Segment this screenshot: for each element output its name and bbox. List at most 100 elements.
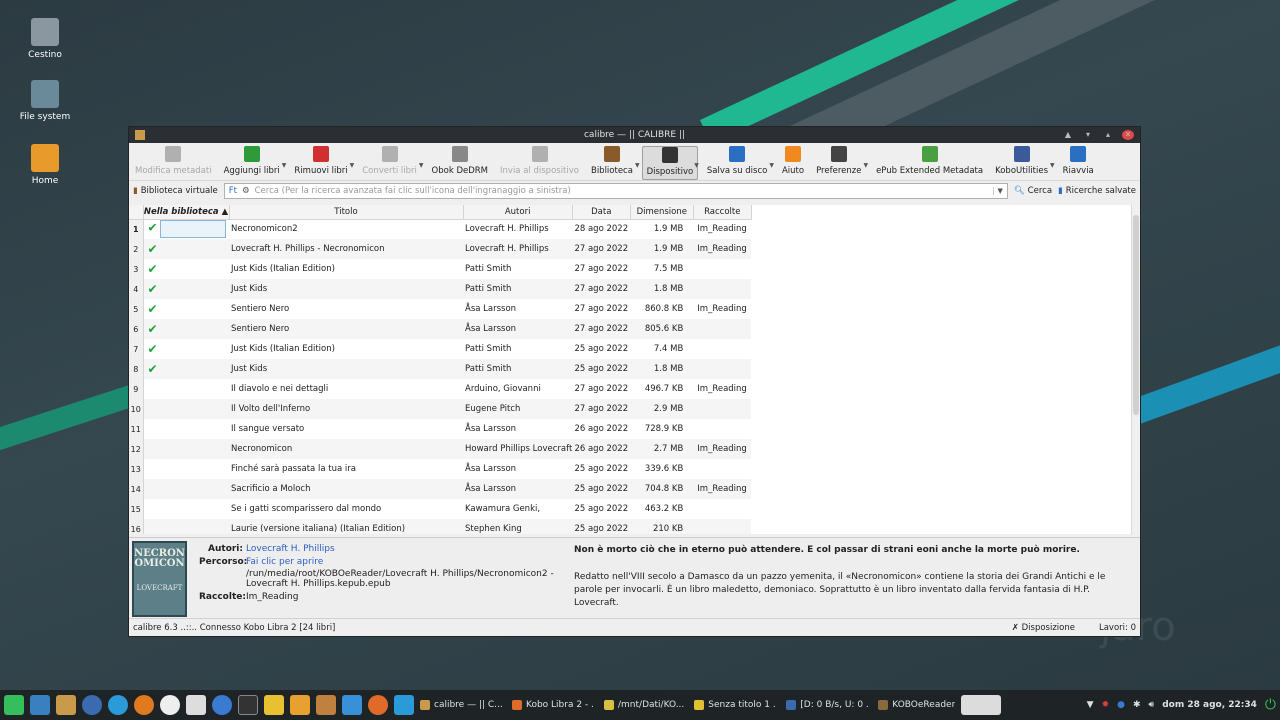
open-path-link[interactable]: Fai clic per aprire (246, 557, 323, 567)
telegram-icon[interactable] (108, 695, 128, 715)
taskbar-task[interactable]: Senza titolo 1 ... (694, 700, 776, 710)
table-row[interactable]: 12 Necronomicon Howard Phillips Lovecraft 2… (129, 439, 752, 459)
toolbar-button[interactable]: Aiuto (776, 146, 810, 176)
qbittorrent-icon[interactable] (212, 695, 232, 715)
firefox-icon[interactable] (368, 695, 388, 715)
table-row[interactable]: 13 Finché sarà passata la tua ira Åsa Lars… (129, 459, 751, 479)
toolbar-button[interactable]: KoboUtilities (989, 146, 1054, 176)
table-row[interactable]: 2 ✔ Lovecraft H. Phillips - Necronomicon Lo… (129, 239, 752, 259)
manjaro-menu-icon[interactable] (4, 695, 24, 715)
system-tray: ▼ ✹ ● ✱ 🔊︎ dom 28 ago, 22:34 ⏻ (1087, 697, 1276, 713)
jobs-indicator[interactable]: Lavori: 0 (1099, 623, 1136, 633)
column-header-collections[interactable]: Raccolte (693, 205, 752, 220)
gear-icon[interactable]: ⚙ (242, 186, 250, 196)
table-row[interactable]: 14 Sacrificio a Moloch Åsa Larsson 25 ago 2… (129, 479, 752, 499)
files-icon[interactable] (290, 695, 310, 715)
chevron-down-icon[interactable]: ▼ (1050, 162, 1055, 169)
table-row[interactable]: 11 Il sangue versato Åsa Larsson 26 ago 202… (129, 419, 751, 439)
table-row[interactable]: 9 Il diavolo e nei dettagli Arduino, Giova… (129, 379, 751, 399)
scrollbar-thumb[interactable] (1133, 215, 1139, 415)
chevron-down-icon[interactable]: ▼ (769, 162, 774, 169)
toolbar-button[interactable]: Converti libri (356, 146, 423, 176)
layout-button[interactable]: ✗ Disposizione (1012, 623, 1075, 633)
clock[interactable]: dom 28 ago, 22:34 (1162, 700, 1257, 710)
anydesk-icon[interactable] (160, 695, 180, 715)
toolbar-button[interactable]: ePub Extended Metadata (870, 146, 989, 176)
column-header-title[interactable]: Titolo (229, 205, 464, 220)
terminal-icon[interactable] (238, 695, 258, 715)
column-header-size[interactable]: Dimensione (630, 205, 694, 220)
saved-searches-button[interactable]: ▮ Ricerche salvate (1058, 186, 1136, 196)
table-row[interactable]: 1 ✔ Necronomicon2 Lovecraft H. Phillips 28 a… (129, 219, 751, 239)
table-row[interactable]: 15 Se i gatti scomparissero dal mondo Kawa… (129, 499, 751, 519)
selected-cell[interactable] (159, 220, 226, 239)
taskbar-task[interactable]: calibre — || C... (420, 700, 502, 710)
taskbar-task[interactable]: [D: 0 B/s, U: 0 ... (786, 700, 868, 710)
author-link[interactable]: Lovecraft H. Phillips (246, 544, 335, 554)
close-icon[interactable]: ✕ (1122, 130, 1134, 140)
chevron-down-icon[interactable]: ▼ (635, 162, 640, 169)
desktop-icon-trash[interactable]: Cestino (0, 18, 90, 60)
table-row[interactable]: 7 ✔ Just Kids (Italian Edition) Patti Smith… (129, 339, 751, 359)
keep-above-icon[interactable]: ▲ (1062, 127, 1074, 143)
table-row[interactable]: 16 Laurie (versione italiana) (Italian Ed… (129, 519, 752, 534)
search-button[interactable]: 🔍︎ Cerca (1014, 186, 1052, 196)
table-row[interactable]: 3 ✔ Just Kids (Italian Edition) Patti Smith… (129, 259, 751, 279)
table-row[interactable]: 6 ✔ Sentiero Nero Åsa Larsson 27 ago 2022 805… (129, 319, 752, 339)
toolbar-button[interactable]: Riavvia (1057, 146, 1100, 176)
books-table[interactable]: Nella biblioteca ▲ Titolo Autori Data Di… (129, 205, 1140, 534)
chevron-down-icon[interactable]: ▼ (993, 187, 1003, 195)
power-icon[interactable]: ⏻ (1265, 697, 1276, 713)
desktop-icon-home[interactable]: Home (0, 144, 90, 186)
books-launcher-icon[interactable] (186, 695, 206, 715)
desktop-icon[interactable] (30, 695, 50, 715)
chevron-down-icon[interactable]: ▼ (419, 162, 424, 169)
xmind-icon[interactable] (134, 695, 154, 715)
calibre-launcher-icon[interactable] (56, 695, 76, 715)
network-icon[interactable]: ▼ (1087, 700, 1094, 710)
taskbar-task[interactable]: /mnt/Dati/KO... (604, 700, 684, 710)
chevron-down-icon[interactable]: ▼ (863, 162, 868, 169)
screen-icon[interactable] (394, 695, 414, 715)
volume-icon[interactable]: 🔊︎ (1149, 700, 1155, 710)
window-preview-icon[interactable] (961, 695, 1002, 715)
search-mode-icon[interactable]: Ft (229, 186, 237, 196)
chevron-down-icon[interactable]: ▼ (282, 162, 287, 169)
in-library-cell: ✔ (143, 259, 229, 279)
column-header-date[interactable]: Data (572, 205, 631, 220)
column-header-authors[interactable]: Autori (463, 205, 573, 220)
toolbar-button[interactable]: Rimuovi libri (288, 146, 353, 176)
table-row[interactable]: 8 ✔ Just Kids Patti Smith 25 ago 2022 1.8 MB (129, 359, 752, 379)
toolbar-button[interactable]: Biblioteca (585, 146, 639, 176)
table-row[interactable]: 4 ✔ Just Kids Patti Smith 27 ago 2022 1.8 MB (129, 279, 752, 299)
column-header-in-library[interactable]: Nella biblioteca ▲ (143, 205, 230, 220)
toolbar-button[interactable]: Invia al dispositivo (494, 146, 585, 176)
taskbar-task[interactable]: KOBOeReader (878, 700, 955, 710)
chevron-down-icon[interactable]: ▼ (350, 162, 355, 169)
chevron-down-icon[interactable]: ▼ (694, 162, 699, 169)
bluetooth-icon[interactable]: ✱ (1133, 700, 1141, 710)
toolbar-button[interactable]: Aggiungi libri (218, 146, 286, 176)
toolbar-button[interactable]: Modifica metadati (129, 146, 218, 176)
book-cover[interactable]: NECRON OMICON LOVECRAFT (132, 541, 187, 617)
search-input[interactable]: Ft ⚙ Cerca (Per la ricerca avanzata fai … (223, 183, 1008, 199)
archive-icon[interactable] (316, 695, 336, 715)
toolbar-button[interactable]: Obok DeDRM (426, 146, 494, 176)
notes-icon[interactable] (264, 695, 284, 715)
desktop-icon-filesystem[interactable]: File system (0, 80, 90, 122)
update-icon[interactable]: ✹ (1102, 700, 1110, 710)
minimize-icon[interactable]: ▾ (1082, 127, 1094, 143)
thunderbird-icon[interactable] (82, 695, 102, 715)
table-row[interactable]: 5 ✔ Sentiero Nero Åsa Larsson 27 ago 2022 860… (129, 299, 751, 319)
toolbar-button[interactable]: Preferenze (810, 146, 867, 176)
maximize-icon[interactable]: ▴ (1102, 127, 1114, 143)
window-titlebar[interactable]: calibre — || CALIBRE || ▲ ▾ ▴ ✕ (129, 127, 1140, 143)
folder-icon[interactable] (342, 695, 362, 715)
table-scrollbar[interactable] (1131, 205, 1140, 534)
taskbar-task[interactable]: Kobo Libra 2 - ... (512, 700, 594, 710)
toolbar-button[interactable]: Dispositivo (641, 146, 699, 180)
table-row[interactable]: 10 Il Volto dell'Inferno Eugene Pitch 27 ag… (129, 399, 752, 419)
virtual-library-button[interactable]: ▮ Biblioteca virtuale (133, 186, 218, 196)
toolbar-button[interactable]: Salva su disco (701, 146, 773, 176)
qbittorrent-tray-icon[interactable]: ● (1117, 700, 1125, 710)
